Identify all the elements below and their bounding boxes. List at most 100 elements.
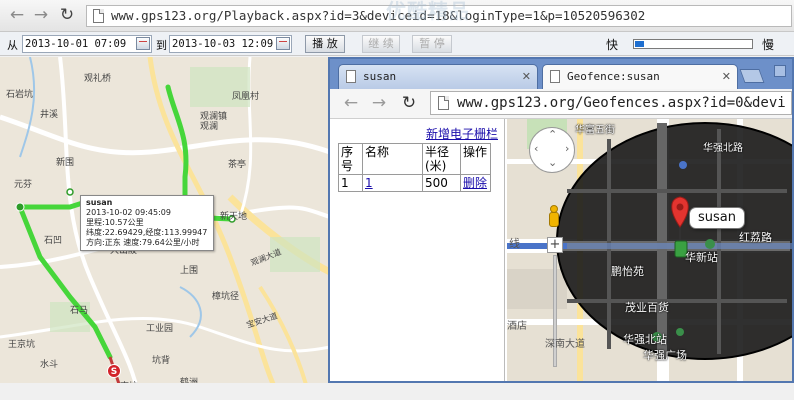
page-bottom (0, 383, 794, 400)
map-label: 茂业百货 (625, 301, 669, 314)
start-datetime-input[interactable]: 2013-10-01 07:09 (22, 35, 152, 53)
delete-link[interactable]: 删除 (463, 176, 487, 190)
map-label: 茶亭 (228, 160, 247, 170)
page-icon (438, 96, 449, 110)
map-label: 石凹 (44, 236, 63, 246)
map-label: 华强广场 (643, 349, 687, 362)
play-button[interactable]: 播 放 (305, 35, 345, 53)
zoom-in-button[interactable]: + (547, 237, 563, 253)
calendar-icon[interactable] (136, 37, 150, 50)
map-label: 水斗 (40, 360, 59, 370)
vehicle-info-popup: susan 2013-10-02 09:45:09 里程:10.57公里 纬度:… (80, 195, 214, 251)
tab-title: Geofence:susan (567, 70, 660, 83)
pan-control[interactable]: ⌃ ‹ › ⌄ (529, 127, 575, 173)
watermark: 优酷精品 (386, 0, 470, 23)
map-label: 深南大道 (545, 339, 585, 350)
geofence-table: 序号 名称 半径(米) 操作 1 1 500 删除 (338, 143, 491, 192)
pan-down-icon[interactable]: ⌄ (548, 156, 557, 169)
map-label: 王京坑 (8, 340, 36, 350)
map-label: 线 (509, 237, 520, 250)
forward-arrow-icon[interactable]: → (30, 4, 52, 26)
table-row: 1 1 500 删除 (338, 174, 491, 192)
column-header: 名称 (362, 143, 423, 175)
new-tab-button[interactable] (739, 69, 765, 83)
slow-label: 慢 (762, 38, 775, 52)
map-label: 华富五街 (575, 125, 615, 136)
page-icon (346, 70, 356, 83)
map-label: 坑背 (152, 356, 171, 366)
vehicle-name-tooltip: susan (689, 207, 745, 229)
end-datetime-value: 2013-10-03 12:09 (172, 38, 274, 50)
speed-slider-fill (635, 41, 644, 47)
popup-time: 2013-10-02 09:45:09 (86, 208, 171, 217)
from-label: 从 (7, 39, 18, 52)
map-label: 樟坑径 (212, 292, 240, 302)
back-arrow-icon[interactable]: ← (340, 92, 362, 114)
popup-vehicle-name: susan (86, 198, 113, 207)
page-icon (93, 9, 104, 23)
map-label: 石岩坑 (6, 90, 34, 100)
forward-arrow-icon[interactable]: → (368, 92, 390, 114)
to-label: 到 (156, 39, 167, 52)
end-datetime-input[interactable]: 2013-10-03 12:09 (169, 35, 292, 53)
map-label: 工业园 (146, 324, 174, 334)
geofence-name-link[interactable]: 1 (365, 176, 373, 190)
outer-url-text: www.gps123.org/Playback.aspx?id=3&device… (111, 8, 646, 23)
outer-browser-toolbar: ← → ↻ www.gps123.org/Playback.aspx?id=3&… (0, 0, 794, 32)
page-icon (550, 70, 560, 83)
map-label: 观礼桥 (84, 74, 112, 84)
row-radius: 500 (422, 174, 461, 192)
column-header: 操作 (460, 143, 491, 175)
tab-geofence[interactable]: Geofence:susan ✕ (542, 64, 738, 89)
table-header-row: 序号 名称 半径(米) 操作 (338, 143, 491, 175)
popup-status: 方向:正东 速度:79.64公里/小时 (86, 238, 200, 247)
continue-button[interactable]: 继 续 (362, 35, 400, 53)
tab-strip: susan ✕ Geofence:susan ✕ (330, 59, 792, 89)
street-view-pegman-icon[interactable] (547, 205, 561, 229)
close-tab-icon[interactable]: ✕ (722, 65, 731, 88)
zoom-slider-track[interactable] (553, 255, 557, 367)
window-control-icon[interactable] (774, 65, 786, 77)
back-arrow-icon[interactable]: ← (6, 4, 28, 26)
close-tab-icon[interactable]: ✕ (522, 65, 531, 88)
column-header: 序号 (338, 143, 363, 175)
playback-map[interactable]: 观礼桥 石岩坑 井溪 凤凰村 观澜镇 观澜 茶亭 新围 元芬 新天地 高苑 华富… (0, 57, 330, 400)
geofence-browser-window: susan ✕ Geofence:susan ✕ ← → ↻ www.gps12… (328, 57, 794, 383)
pan-left-icon[interactable]: ‹ (534, 142, 538, 155)
geofence-map[interactable]: ⌃ ‹ › ⌄ + 华富五街 华强北路 鹏怡苑 华新站 茂业百货 华强北站 华强… (507, 119, 792, 381)
speed-slider[interactable] (633, 39, 753, 49)
playback-controls: 从 2013-10-01 07:09 到 2013-10-03 12:09 播 … (0, 32, 794, 56)
map-label: 上围 (180, 266, 199, 276)
popup-mileage: 里程:10.57公里 (86, 218, 144, 227)
map-label: 华强北路 (703, 143, 743, 154)
map-label: 凤凰村 (232, 92, 260, 102)
map-label: 石马 (70, 306, 89, 316)
pause-button[interactable]: 暂 停 (412, 35, 452, 53)
start-marker-icon[interactable]: S (107, 364, 121, 378)
inner-address-bar[interactable]: www.gps123.org/Geofences.aspx?id=0&devi (430, 91, 792, 115)
fast-label: 快 (606, 38, 619, 52)
reload-icon[interactable]: ↻ (398, 92, 420, 114)
reload-icon[interactable]: ↻ (56, 4, 78, 26)
pan-up-icon[interactable]: ⌃ (548, 128, 557, 141)
map-label: 新围 (56, 158, 75, 168)
map-label: 元芬 (14, 180, 33, 190)
map-label: 华强北站 (623, 333, 667, 346)
tab-susan[interactable]: susan ✕ (338, 64, 538, 89)
map-label: 井溪 (40, 110, 59, 120)
map-label: 华新站 (685, 251, 718, 264)
start-datetime-value: 2013-10-01 07:09 (25, 38, 127, 50)
column-header: 半径(米) (422, 143, 461, 175)
inner-browser-toolbar: ← → ↻ www.gps123.org/Geofences.aspx?id=0… (330, 89, 792, 119)
pan-right-icon[interactable]: › (565, 142, 569, 155)
geofence-list-panel: 新增电子栅栏 序号 名称 半径(米) 操作 1 1 500 删除 (330, 119, 505, 381)
tab-title: susan (363, 70, 397, 83)
map-label: 红荔路 (739, 231, 772, 244)
map-label: 鹏怡苑 (611, 265, 644, 278)
calendar-icon[interactable] (276, 37, 290, 50)
map-label: 新天地 (220, 212, 248, 222)
map-label: 酒店 (507, 321, 527, 332)
popup-coordinates: 纬度:22.69429,经度:113.99947 (86, 228, 208, 237)
add-geofence-link[interactable]: 新增电子栅栏 (426, 125, 498, 142)
map-label: 观澜 (200, 122, 219, 132)
